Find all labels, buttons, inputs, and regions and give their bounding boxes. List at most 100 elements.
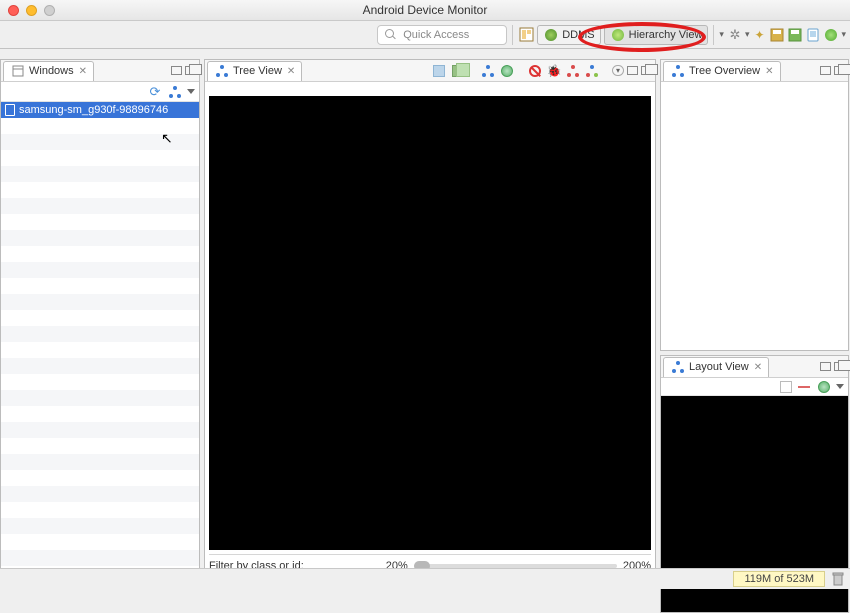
zoom-slider[interactable] <box>414 564 617 568</box>
quick-access-search[interactable]: Quick Access <box>377 25 507 45</box>
close-tab-icon[interactable]: ✕ <box>765 66 773 77</box>
maximize-pane-icon[interactable] <box>185 66 196 75</box>
list-row-empty <box>1 390 199 406</box>
list-row-empty <box>1 454 199 470</box>
window-title: Android Device Monitor <box>0 3 850 17</box>
tv-invalidate-icon[interactable] <box>527 63 543 79</box>
quick-access-placeholder: Quick Access <box>403 29 469 41</box>
device-row[interactable]: samsung-sm_g930f-98896746 <box>1 102 199 118</box>
hierarchy-view-icon <box>610 27 626 43</box>
tv-bug-icon[interactable]: 🐞 <box>546 63 562 79</box>
list-row-empty <box>1 518 199 534</box>
load-hierarchy-icon[interactable] <box>167 84 183 100</box>
toolbar-separator <box>512 25 513 45</box>
toolbar-chevron-icon[interactable]: ▾ <box>719 29 724 40</box>
tv-tree-blue-icon[interactable] <box>480 63 496 79</box>
tree-view-pane: Tree View ✕ 🐞 ▾ Filter by <box>204 59 656 577</box>
list-row-empty <box>1 294 199 310</box>
settings-icon[interactable]: ✲ <box>727 27 743 43</box>
maximize-pane-icon[interactable] <box>834 66 845 75</box>
ddms-icon <box>543 27 559 43</box>
search-icon <box>383 27 399 43</box>
list-row-empty <box>1 486 199 502</box>
device-name: samsung-sm_g930f-98896746 <box>19 104 168 116</box>
list-row-empty <box>1 342 199 358</box>
list-row-empty <box>1 550 199 566</box>
settings-chevron-icon[interactable]: ▾ <box>745 29 750 40</box>
list-row-empty <box>1 358 199 374</box>
list-row-empty <box>1 262 199 278</box>
device-icon <box>5 104 15 116</box>
save-icon-2[interactable] <box>787 27 803 43</box>
list-row-empty <box>1 374 199 390</box>
toolbar-separator-2 <box>713 25 714 45</box>
device-icon[interactable] <box>805 27 821 43</box>
run-chevron-icon[interactable]: ▾ <box>841 29 846 40</box>
open-perspective-icon[interactable] <box>518 27 534 43</box>
wand-icon[interactable]: ✦ <box>751 27 767 43</box>
tree-overview-tab[interactable]: Tree Overview ✕ <box>663 61 781 81</box>
perspective-ddms-label: DDMS <box>562 29 594 41</box>
list-row-empty <box>1 470 199 486</box>
minimize-pane-icon[interactable] <box>820 66 831 75</box>
list-row-empty <box>1 134 199 150</box>
tv-tree-red-icon[interactable] <box>565 63 581 79</box>
tree-view-tab-icon <box>214 63 230 79</box>
lv-globe-icon[interactable] <box>816 379 832 395</box>
tv-tree-mix-icon[interactable] <box>584 63 600 79</box>
list-row-empty <box>1 198 199 214</box>
tree-overview-canvas[interactable] <box>661 82 848 350</box>
list-row-empty <box>1 438 199 454</box>
tree-view-canvas[interactable] <box>209 96 651 550</box>
tree-view-tab[interactable]: Tree View ✕ <box>207 61 302 81</box>
tv-layers-icon[interactable] <box>450 63 466 79</box>
list-row-empty <box>1 214 199 230</box>
refresh-icon[interactable]: ⟳ <box>147 84 163 100</box>
list-row-empty <box>1 278 199 294</box>
layout-view-tab-label: Layout View <box>689 361 749 373</box>
tree-overview-tab-icon <box>670 63 686 79</box>
perspective-hierarchy-view[interactable]: Hierarchy View <box>604 25 709 45</box>
list-row-empty <box>1 502 199 518</box>
list-row-empty <box>1 150 199 166</box>
windows-tab-label: Windows <box>29 65 74 77</box>
heap-status: 119M of 523M <box>733 571 825 587</box>
tree-overview-tab-label: Tree Overview <box>689 65 760 77</box>
tv-chevron-icon[interactable]: ▾ <box>612 65 624 76</box>
list-row-empty <box>1 534 199 550</box>
list-row-empty <box>1 166 199 182</box>
lv-menu-icon[interactable] <box>836 384 844 389</box>
windows-pane: Windows ✕ ⟳ samsung-sm_g930f-98896746 <box>0 59 200 577</box>
layout-view-tab-icon <box>670 359 686 375</box>
close-tab-icon[interactable]: ✕ <box>287 66 295 77</box>
save-icon[interactable] <box>769 27 785 43</box>
gc-trash-icon[interactable] <box>831 572 844 586</box>
perspective-hierarchy-view-label: Hierarchy View <box>629 29 703 41</box>
maximize-pane-icon[interactable] <box>641 66 652 75</box>
tv-globe-icon[interactable] <box>499 63 515 79</box>
list-row-empty <box>1 422 199 438</box>
minimize-pane-icon[interactable] <box>627 66 638 75</box>
tree-view-tab-label: Tree View <box>233 65 282 77</box>
minimize-pane-icon[interactable] <box>171 66 182 75</box>
devices-menu-icon[interactable] <box>187 89 195 94</box>
list-row-empty <box>1 246 199 262</box>
list-row-empty <box>1 406 199 422</box>
minimize-pane-icon[interactable] <box>820 362 831 371</box>
perspective-ddms[interactable]: DDMS <box>537 25 600 45</box>
run-icon[interactable] <box>823 27 839 43</box>
windows-tab[interactable]: Windows ✕ <box>3 61 94 81</box>
tree-overview-pane: Tree Overview ✕ <box>660 59 849 351</box>
lv-white-icon[interactable] <box>780 381 792 393</box>
list-row-empty <box>1 118 199 134</box>
close-tab-icon[interactable]: ✕ <box>79 66 87 77</box>
list-row-empty <box>1 230 199 246</box>
maximize-pane-icon[interactable] <box>834 362 845 371</box>
lv-red-icon[interactable] <box>796 379 812 395</box>
layout-view-tab[interactable]: Layout View ✕ <box>663 357 769 377</box>
tv-screenshot-icon[interactable] <box>431 63 447 79</box>
close-tab-icon[interactable]: ✕ <box>754 362 762 373</box>
list-row-empty <box>1 310 199 326</box>
list-row-empty <box>1 182 199 198</box>
windows-tab-icon <box>10 63 26 79</box>
